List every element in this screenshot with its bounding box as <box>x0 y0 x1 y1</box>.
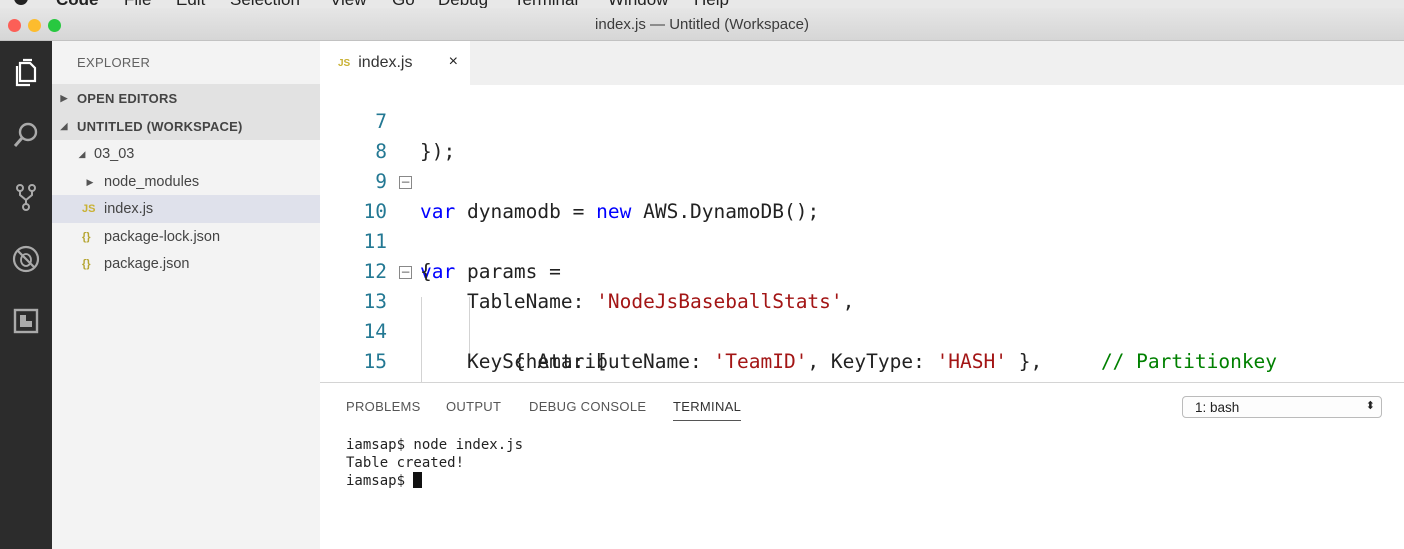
explorer-title: EXPLORER <box>77 55 151 70</box>
menu-window[interactable]: Window <box>608 0 668 8</box>
explorer-icon[interactable] <box>4 51 48 95</box>
explorer-sidebar: EXPLORER ▶ OPEN EDITORS ◢ UNTITLED (WORK… <box>52 41 320 549</box>
workspace-section[interactable]: ◢ UNTITLED (WORKSPACE) <box>52 112 320 140</box>
tree-item-file[interactable]: JS index.js <box>52 195 320 223</box>
tree-item-folder[interactable]: ◢ 03_03 <box>52 140 320 168</box>
terminal-output[interactable]: iamsap$ node index.js Table created! iamsa… <box>346 436 523 490</box>
fold-toggle-icon[interactable]: − <box>399 266 412 279</box>
tree-item-folder[interactable]: ▶ node_modules <box>52 168 320 196</box>
terminal-select-value: 1: bash <box>1195 400 1240 415</box>
tree-item-label: node_modules <box>104 174 200 190</box>
chevron-down-icon: ◢ <box>60 120 68 131</box>
menu-code[interactable]: Code <box>56 0 99 8</box>
terminal-select[interactable]: 1: bash ⬍ <box>1182 396 1382 418</box>
js-file-icon: JS <box>338 57 351 69</box>
code-line: 9 var dynamodb = new AWS.DynamoDB(); <box>320 137 1404 223</box>
tab-terminal[interactable]: TERMINAL <box>673 399 742 421</box>
tree-item-label: 03_03 <box>94 146 135 162</box>
tab-label: index.js <box>358 54 413 71</box>
close-icon[interactable]: × <box>449 53 458 71</box>
title-bar: index.js — Untitled (Workspace) <box>0 8 1404 41</box>
mac-menubar: Code File Edit Selection View Go Debug T… <box>0 0 1404 8</box>
select-arrows-icon: ⬍ <box>1365 400 1375 412</box>
menu-terminal[interactable]: Terminal <box>514 0 578 8</box>
tab-output[interactable]: OUTPUT <box>446 399 501 414</box>
code-line: 15 { AttributeName: 'SK', KeyType: 'RANG… <box>320 317 1404 382</box>
section-label: UNTITLED (WORKSPACE) <box>77 118 243 134</box>
json-file-icon: {} <box>82 258 91 270</box>
terminal-line: iamsap$ node index.js <box>346 437 524 453</box>
extensions-icon[interactable] <box>4 299 48 343</box>
tree-item-label: index.js <box>104 201 154 217</box>
debug-icon[interactable] <box>4 237 48 281</box>
code-line: 12 TableName: 'NodeJsBaseballStats', <box>320 227 1404 313</box>
chevron-down-icon: ◢ <box>78 148 86 159</box>
tree-item-label: package-lock.json <box>104 229 221 245</box>
code-line: 8 <box>320 107 1404 163</box>
code-line: 10 − var params = <box>320 167 1404 283</box>
open-editors-section[interactable]: ▶ OPEN EDITORS <box>52 84 320 112</box>
js-file-icon: JS <box>82 203 96 215</box>
menu-view[interactable]: View <box>330 0 367 8</box>
code-editor[interactable]: 7 }); 8 9 var dynamodb = new AWS.DynamoD… <box>320 85 1404 382</box>
bottom-panel: PROBLEMS OUTPUT DEBUG CONSOLE TERMINAL 1… <box>320 382 1404 549</box>
chevron-right-icon: ▶ <box>86 176 94 187</box>
menu-selection[interactable]: Selection <box>230 0 300 8</box>
tab-problems[interactable]: PROBLEMS <box>346 399 421 414</box>
window-title: index.js — Untitled (Workspace) <box>595 16 809 33</box>
menu-file[interactable]: File <box>124 0 151 8</box>
tab-index-js[interactable]: JS index.js × <box>320 41 470 85</box>
terminal-prompt-line: iamsap$ <box>346 472 523 490</box>
code-line: 7 }); <box>320 85 1404 163</box>
terminal-cursor <box>413 472 423 488</box>
apple-icon[interactable] <box>14 0 28 5</box>
code-line: 16 ], <box>320 347 1404 382</box>
section-label: OPEN EDITORS <box>77 90 178 106</box>
editor-tab-bar: JS index.js × <box>320 41 1404 85</box>
code-line: 11 { <box>320 197 1404 283</box>
terminal-line: Table created! <box>346 455 465 471</box>
tree-item-label: package.json <box>104 256 190 272</box>
tree-item-file[interactable]: {} package.json <box>52 250 320 278</box>
chevron-right-icon: ▶ <box>60 92 68 103</box>
tree-item-file[interactable]: {} package-lock.json <box>52 223 320 251</box>
fold-toggle-icon[interactable]: − <box>399 176 412 189</box>
terminal-prompt: iamsap$ <box>346 473 414 489</box>
search-icon[interactable] <box>4 113 48 157</box>
code-line: 14 { AttributeName: 'TeamID', KeyType: '… <box>320 287 1404 373</box>
tab-debug-console[interactable]: DEBUG CONSOLE <box>529 399 646 414</box>
source-control-icon[interactable] <box>4 175 48 219</box>
menu-debug[interactable]: Debug <box>438 0 488 8</box>
menu-go[interactable]: Go <box>392 0 415 8</box>
json-file-icon: {} <box>82 231 91 243</box>
activity-bar <box>0 41 52 549</box>
menu-help[interactable]: Help <box>694 0 729 8</box>
menu-edit[interactable]: Edit <box>176 0 205 8</box>
code-line: 13 − KeySchema: [ <box>320 257 1404 373</box>
